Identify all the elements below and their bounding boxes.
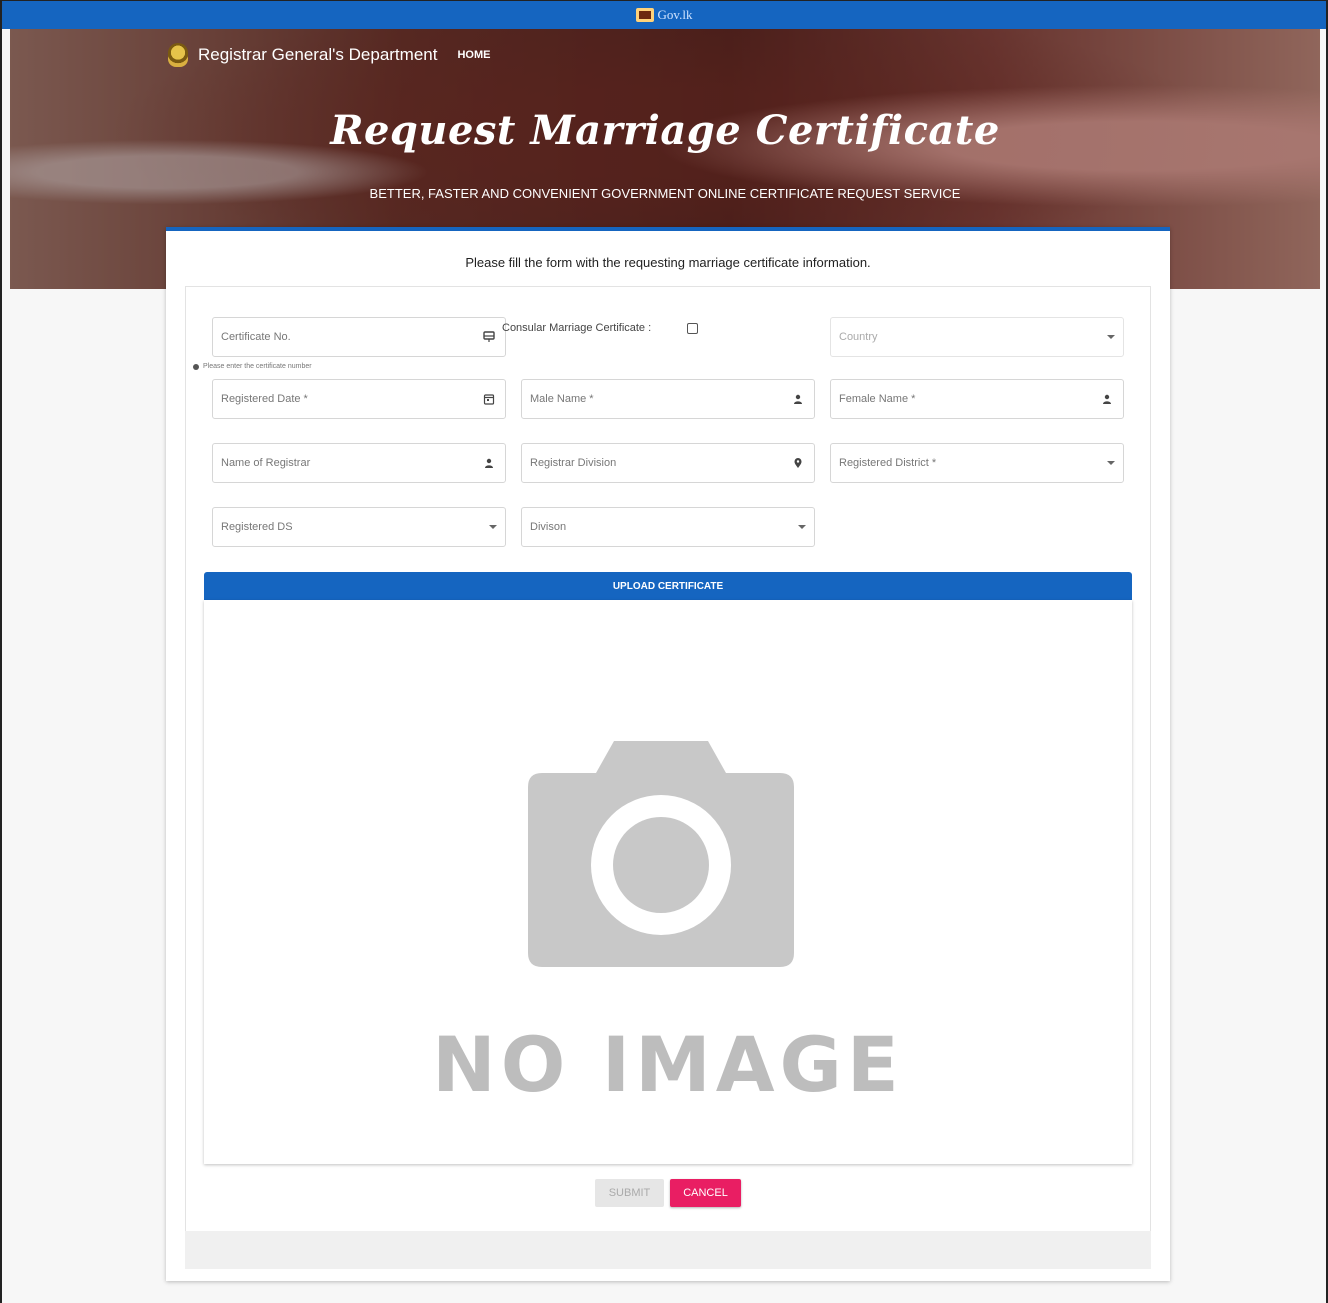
camera-icon	[528, 741, 794, 967]
certificate-icon	[481, 329, 497, 345]
submit-button[interactable]: SUBMIT	[595, 1179, 664, 1207]
registered-date-field[interactable]: Registered Date *	[212, 379, 506, 419]
chevron-down-icon	[798, 525, 806, 529]
form-intro: Please fill the form with the requesting…	[465, 255, 871, 270]
gov-logo[interactable]: Gov.lk	[635, 7, 693, 23]
registered-ds-select[interactable]: Registered DS	[212, 507, 506, 547]
form-actions: SUBMIT CANCEL	[166, 1179, 1170, 1207]
lion-flag-icon	[635, 8, 654, 22]
consular-checkbox[interactable]	[687, 322, 699, 334]
division-label: Divison	[530, 521, 567, 533]
female-name-label: Female Name *	[839, 393, 916, 405]
top-nav: Registrar General's Department HOME	[168, 43, 490, 67]
gov-label: Gov.lk	[657, 7, 693, 22]
consular-marriage-option: Consular Marriage Certificate :	[502, 322, 699, 334]
chevron-down-icon	[1107, 335, 1115, 339]
department-name[interactable]: Registrar General's Department	[198, 45, 437, 65]
national-emblem-icon	[168, 43, 188, 67]
chevron-down-icon	[489, 525, 497, 529]
name-of-registrar-field[interactable]: Name of Registrar	[212, 443, 506, 483]
male-name-field[interactable]: Male Name *	[521, 379, 815, 419]
division-select[interactable]: Divison	[521, 507, 815, 547]
card-footer	[185, 1231, 1151, 1269]
registered-district-label: Registered District *	[839, 457, 937, 469]
registrar-division-label: Registrar Division	[530, 457, 617, 469]
consular-label: Consular Marriage Certificate :	[502, 322, 652, 334]
certificate-image-preview: NO IMAGE	[204, 600, 1132, 1164]
certificate-no-field[interactable]: Certificate No.	[212, 317, 506, 357]
request-form-card: Please fill the form with the requesting…	[166, 227, 1170, 1281]
male-name-label: Male Name *	[530, 393, 594, 405]
person-icon	[481, 455, 497, 471]
certificate-hint: Please enter the certificate number	[193, 363, 312, 370]
person-icon	[790, 391, 806, 407]
registered-district-select[interactable]: Registered District *	[830, 443, 1124, 483]
info-icon	[193, 363, 199, 370]
page-subtitle: BETTER, FASTER AND CONVENIENT GOVERNMENT…	[369, 186, 961, 201]
registered-ds-label: Registered DS	[221, 521, 293, 533]
page-title: Request Marriage Certificate	[330, 107, 1000, 154]
no-image-text: NO IMAGE	[432, 1020, 904, 1109]
nav-home-link[interactable]: HOME	[457, 49, 490, 61]
chevron-down-icon	[1107, 461, 1115, 465]
country-select[interactable]: Country	[830, 317, 1124, 357]
cancel-button[interactable]: CANCEL	[670, 1179, 741, 1207]
location-pin-icon	[790, 455, 806, 471]
country-label: Country	[839, 331, 878, 343]
certificate-no-label: Certificate No.	[221, 331, 291, 343]
calendar-icon[interactable]	[481, 391, 497, 407]
name-of-registrar-label: Name of Registrar	[221, 457, 311, 469]
gov-topbar: Gov.lk	[2, 1, 1326, 29]
upload-certificate-button[interactable]: UPLOAD CERTIFICATE	[204, 572, 1132, 600]
female-name-field[interactable]: Female Name *	[830, 379, 1124, 419]
registered-date-label: Registered Date *	[221, 393, 308, 405]
person-icon	[1099, 391, 1115, 407]
registrar-division-field[interactable]: Registrar Division	[521, 443, 815, 483]
